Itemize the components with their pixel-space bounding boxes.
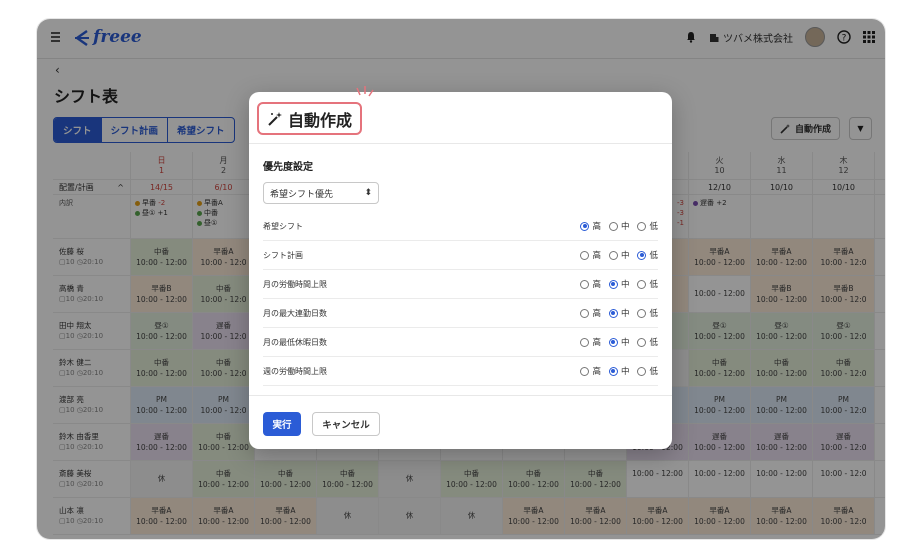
priority-radio-group: 高中低 (580, 278, 658, 290)
priority-radio-option[interactable]: 中 (608, 220, 630, 232)
radio-button[interactable] (580, 337, 590, 347)
priority-radio-option[interactable]: 低 (637, 336, 658, 348)
radio-button[interactable] (580, 308, 590, 318)
radio-button[interactable] (637, 221, 647, 231)
select-updown-icon: ⬍ (364, 188, 372, 198)
priority-radio-option[interactable]: 中 (608, 336, 630, 348)
priority-rows: 希望シフト高中低シフト計画高中低月の労働時間上限高中低月の最大連勤日数高中低月の… (263, 212, 658, 386)
radio-button[interactable] (580, 279, 590, 289)
priority-row: 希望シフト 高 中 低 (263, 212, 658, 241)
priority-radio-group: 高中低 (580, 249, 658, 261)
priority-radio-option[interactable]: 高 (580, 278, 601, 290)
priority-row-label: シフト計画 (263, 250, 303, 260)
dialog-title: 自動作成 (288, 110, 353, 130)
radio-label: 中 (620, 222, 630, 232)
radio-label: 高 (592, 367, 601, 377)
radio-label: 中 (620, 251, 630, 261)
radio-button[interactable] (637, 279, 647, 289)
radio-label: 中 (620, 280, 630, 290)
priority-row-label: 月の最低休暇日数 (263, 337, 327, 347)
priority-radio-option[interactable]: 中 (608, 278, 630, 290)
radio-label: 低 (649, 309, 658, 319)
run-button[interactable]: 実行 (263, 412, 301, 436)
priority-row-label: 月の最大連勤日数 (263, 308, 327, 318)
dialog-title-box: 自動作成 (257, 102, 363, 135)
priority-radio-group: 高中低 (580, 365, 658, 377)
auto-create-dialog: 自動作成 優先度設定 希望シフト優先 ⬍ 希望シフト高中低シフト計画高中低月の労… (249, 86, 672, 449)
radio-button[interactable] (608, 221, 618, 231)
priority-row: 月の最大連勤日数 高 中 低 (263, 299, 658, 328)
radio-button[interactable] (580, 250, 590, 260)
radio-button[interactable] (637, 250, 647, 260)
priority-row-label: 月の労働時間上限 (263, 279, 327, 289)
priority-radio-option[interactable]: 中 (608, 307, 630, 319)
cancel-button[interactable]: キャンセル (312, 412, 380, 436)
radio-label: 高 (592, 309, 601, 319)
priority-radio-option[interactable]: 高 (580, 220, 601, 232)
radio-label: 高 (592, 222, 601, 232)
priority-select[interactable]: 希望シフト優先 ⬍ (263, 182, 379, 204)
radio-button[interactable] (608, 279, 618, 289)
priority-row-label: 週の労働時間上限 (263, 366, 327, 376)
radio-button[interactable] (637, 366, 647, 376)
radio-button[interactable] (608, 366, 618, 376)
priority-radio-option[interactable]: 低 (637, 365, 658, 377)
radio-label: 低 (649, 338, 658, 348)
priority-radio-option[interactable]: 中 (608, 365, 630, 377)
dialog-body: 優先度設定 希望シフト優先 ⬍ 希望シフト高中低シフト計画高中低月の労働時間上限… (263, 158, 658, 386)
priority-radio-option[interactable]: 高 (580, 307, 601, 319)
priority-radio-option[interactable]: 低 (637, 307, 658, 319)
radio-button[interactable] (608, 250, 618, 260)
radio-button[interactable] (608, 308, 618, 318)
priority-row: 月の労働時間上限 高 中 低 (263, 270, 658, 299)
radio-label: 低 (649, 251, 658, 261)
dialog-header: 自動作成 (249, 86, 672, 144)
radio-label: 高 (592, 280, 601, 290)
radio-button[interactable] (608, 337, 618, 347)
radio-label: 高 (592, 251, 601, 261)
priority-row: シフト計画 高 中 低 (263, 241, 658, 270)
radio-label: 高 (592, 338, 601, 348)
priority-radio-group: 高中低 (580, 307, 658, 319)
priority-radio-option[interactable]: 高 (580, 336, 601, 348)
radio-button[interactable] (580, 366, 590, 376)
priority-radio-option[interactable]: 低 (637, 278, 658, 290)
priority-row: 月の最低休暇日数 高 中 低 (263, 328, 658, 357)
radio-label: 中 (620, 338, 630, 348)
radio-label: 低 (649, 280, 658, 290)
priority-radio-option[interactable]: 中 (608, 249, 630, 261)
priority-section-label: 優先度設定 (263, 162, 313, 173)
priority-radio-option[interactable]: 低 (637, 249, 658, 261)
priority-select-value: 希望シフト優先 (270, 189, 334, 200)
radio-button[interactable] (637, 337, 647, 347)
dialog-footer: 実行 キャンセル (249, 395, 672, 449)
radio-label: 中 (620, 367, 630, 377)
magic-wand-icon (268, 111, 282, 126)
priority-radio-option[interactable]: 高 (580, 365, 601, 377)
radio-button[interactable] (580, 221, 590, 231)
radio-label: 低 (649, 222, 658, 232)
priority-radio-group: 高中低 (580, 220, 658, 232)
radio-button[interactable] (637, 308, 647, 318)
priority-radio-group: 高中低 (580, 336, 658, 348)
priority-radio-option[interactable]: 低 (637, 220, 658, 232)
priority-row: 週の労働時間上限 高 中 低 (263, 357, 658, 386)
sparkle-decoration-icon (356, 86, 374, 97)
radio-label: 低 (649, 367, 658, 377)
radio-label: 中 (620, 309, 630, 319)
priority-radio-option[interactable]: 高 (580, 249, 601, 261)
priority-row-label: 希望シフト (263, 221, 303, 231)
